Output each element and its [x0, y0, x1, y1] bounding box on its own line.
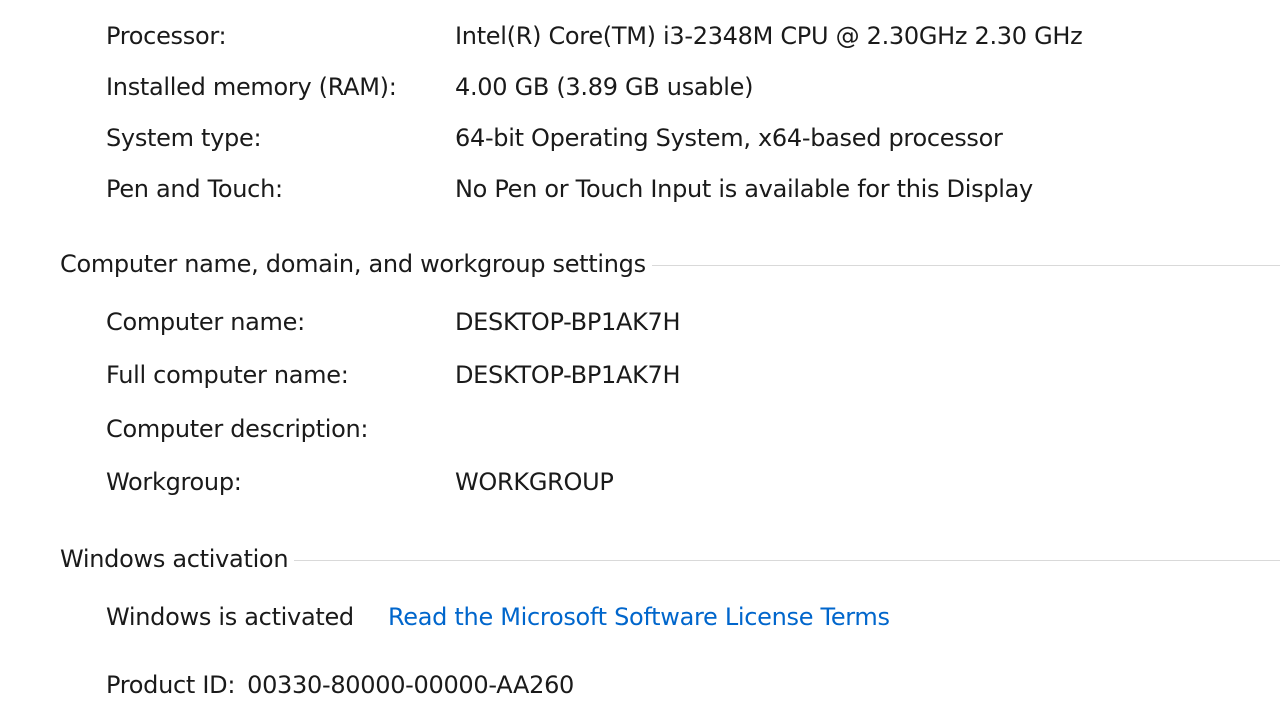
license-terms-link[interactable]: Read the Microsoft Software License Term… — [388, 597, 890, 637]
installed-memory-label: Installed memory (RAM): — [106, 73, 397, 101]
system-type-row: System type: 64-bit Operating System, x6… — [0, 118, 1280, 158]
computer-description-row: Computer description: — [0, 409, 1280, 449]
system-type-label: System type: — [106, 124, 262, 152]
full-computer-name-value: DESKTOP-BP1AK7H — [455, 361, 681, 389]
workgroup-label: Workgroup: — [106, 468, 242, 496]
installed-memory-value: 4.00 GB (3.89 GB usable) — [455, 73, 754, 101]
section-divider — [294, 559, 1280, 561]
processor-label: Processor: — [106, 22, 227, 50]
windows-activation-section-title: Windows activation — [60, 545, 289, 573]
processor-value: Intel(R) Core(TM) i3-2348M CPU @ 2.30GHz… — [455, 22, 1083, 50]
product-id-label: Product ID: — [106, 671, 236, 699]
activation-status-text: Windows is activated — [106, 603, 354, 631]
computer-name-label: Computer name: — [106, 308, 305, 336]
system-type-value: 64-bit Operating System, x64-based proce… — [455, 124, 1003, 152]
section-divider — [651, 264, 1280, 266]
installed-memory-row: Installed memory (RAM): 4.00 GB (3.89 GB… — [0, 67, 1280, 107]
product-id-line: Product ID: 00330-80000-00000-AA260 — [106, 665, 574, 705]
activation-status-row: Windows is activated Read the Microsoft … — [0, 597, 1280, 637]
computer-description-label: Computer description: — [106, 415, 369, 443]
full-computer-name-label: Full computer name: — [106, 361, 349, 389]
product-id-row: Product ID: 00330-80000-00000-AA260 — [0, 665, 1280, 705]
pen-touch-value: No Pen or Touch Input is available for t… — [455, 175, 1033, 203]
computer-name-section-header: Computer name, domain, and workgroup set… — [60, 244, 1280, 284]
processor-row: Processor: Intel(R) Core(TM) i3-2348M CP… — [0, 16, 1280, 56]
workgroup-row: Workgroup: WORKGROUP — [0, 462, 1280, 502]
workgroup-value: WORKGROUP — [455, 468, 614, 496]
computer-name-value: DESKTOP-BP1AK7H — [455, 308, 681, 336]
product-id-value: 00330-80000-00000-AA260 — [247, 671, 575, 699]
computer-name-section-title: Computer name, domain, and workgroup set… — [60, 250, 646, 278]
full-computer-name-row: Full computer name: DESKTOP-BP1AK7H — [0, 355, 1280, 395]
pen-touch-row: Pen and Touch: No Pen or Touch Input is … — [0, 169, 1280, 209]
pen-touch-label: Pen and Touch: — [106, 175, 283, 203]
computer-name-row: Computer name: DESKTOP-BP1AK7H — [0, 302, 1280, 342]
windows-activation-section-header: Windows activation — [60, 539, 1280, 579]
